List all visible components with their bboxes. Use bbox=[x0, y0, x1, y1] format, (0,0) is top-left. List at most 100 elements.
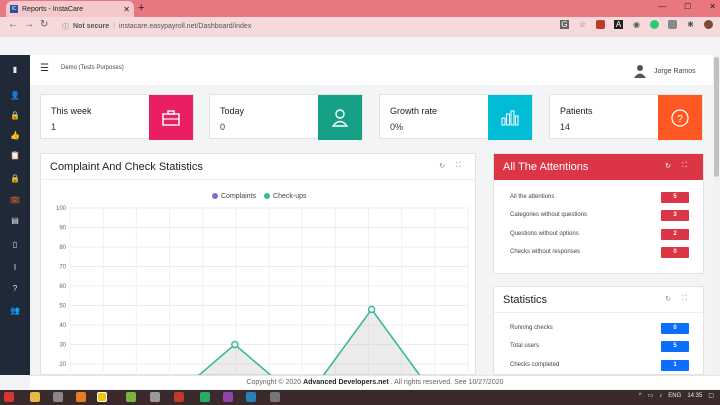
count-badge: 3 bbox=[661, 209, 689, 221]
tray-up-icon[interactable]: ^ bbox=[639, 393, 642, 399]
clipboard-icon[interactable]: 📋 bbox=[10, 151, 20, 161]
taskbar-app-icon[interactable] bbox=[174, 392, 184, 402]
sidebar-logo-icon[interactable]: ▮ bbox=[10, 65, 20, 75]
refresh-icon[interactable]: ↻ bbox=[665, 295, 671, 303]
y-tick-label: 100 bbox=[56, 206, 67, 212]
list-item-label: Checks without responses bbox=[510, 249, 581, 255]
i-cursor-icon[interactable]: I bbox=[10, 263, 20, 273]
info-icon: ⓘ bbox=[62, 23, 69, 31]
ext-red-icon[interactable] bbox=[596, 20, 605, 29]
user-avatar-icon[interactable] bbox=[634, 64, 646, 78]
list-item: Checks without responses 0 bbox=[510, 246, 689, 258]
forward-icon[interactable]: → bbox=[24, 19, 34, 30]
card-value: 0 bbox=[220, 122, 226, 132]
data-point[interactable] bbox=[231, 340, 239, 349]
y-tick-label: 70 bbox=[59, 265, 66, 271]
question-icon: ? bbox=[658, 95, 702, 140]
card-title: Patients bbox=[560, 106, 593, 116]
clock[interactable]: 14:35 bbox=[687, 393, 702, 399]
tab-title: Reports - InstaCare bbox=[22, 5, 84, 13]
new-tab-button[interactable]: + bbox=[138, 2, 144, 14]
minimize-icon[interactable]: — bbox=[658, 2, 666, 11]
refresh-icon[interactable]: ↻ bbox=[439, 162, 445, 170]
legend-item-complaints[interactable]: Complaints bbox=[212, 193, 256, 200]
url-field[interactable]: ⓘ Not secure | instacare.easypayroll.net… bbox=[62, 19, 582, 34]
list-item-label: Total users bbox=[510, 343, 540, 349]
brand-label: Demo (Tests Purposes) bbox=[61, 65, 124, 71]
close-tab-icon[interactable]: ✕ bbox=[123, 5, 130, 14]
mobile-icon[interactable]: ▯ bbox=[10, 240, 20, 250]
expand-icon[interactable]: ⛶ bbox=[456, 162, 461, 170]
chart-legend: Complaints Check-ups bbox=[212, 193, 306, 200]
y-tick-label: 30 bbox=[59, 343, 66, 349]
lock-icon[interactable]: 🔒 bbox=[10, 174, 20, 184]
expand-icon[interactable]: ⛶ bbox=[682, 295, 687, 303]
y-tick-label: 90 bbox=[59, 226, 66, 232]
window-controls: — ☐ ✕ bbox=[658, 2, 716, 11]
taskbar-app-icon[interactable] bbox=[200, 392, 210, 402]
back-icon[interactable]: ← bbox=[8, 19, 18, 30]
taskbar-app-icon[interactable] bbox=[53, 392, 63, 402]
taskbar-app-icon[interactable] bbox=[270, 392, 280, 402]
briefcase-icon[interactable]: 💼 bbox=[10, 195, 20, 205]
users-icon[interactable]: 👥 bbox=[10, 306, 20, 316]
count-badge: 5 bbox=[661, 191, 689, 203]
translate-icon[interactable]: G bbox=[560, 20, 569, 29]
user-icon[interactable]: 👤 bbox=[10, 91, 20, 101]
not-secure-label: Not secure bbox=[73, 23, 110, 30]
panel-header: All The Attentions ↻ ⛶ bbox=[494, 154, 703, 180]
list-item-label: Running checks bbox=[510, 325, 553, 331]
profile-avatar-icon[interactable] bbox=[704, 20, 713, 29]
camera-icon[interactable]: ◉ bbox=[632, 20, 641, 29]
language-indicator[interactable]: ENG bbox=[668, 393, 681, 399]
bar-chart-icon bbox=[488, 95, 532, 140]
taskbar-app-icon[interactable] bbox=[150, 392, 160, 402]
list-item: Checks completed 1 bbox=[510, 359, 689, 371]
extensions-icon[interactable]: ✱ bbox=[686, 20, 695, 29]
start-icon[interactable] bbox=[4, 392, 14, 402]
browser-tab[interactable]: IC Reports - InstaCare ✕ bbox=[6, 1, 134, 17]
close-window-icon[interactable]: ✕ bbox=[709, 2, 716, 11]
vlc-icon[interactable] bbox=[76, 392, 86, 402]
browser-extensions: G ☆ A ◉ ✱ ⋮ bbox=[560, 20, 720, 29]
y-tick-label: 80 bbox=[59, 245, 66, 251]
list-item: All the attentions 5 bbox=[510, 191, 689, 203]
y-tick-label: 40 bbox=[59, 323, 66, 329]
briefcase-icon bbox=[149, 95, 193, 140]
address-card-icon[interactable]: ▤ bbox=[10, 216, 20, 226]
ext-green-icon[interactable] bbox=[650, 20, 659, 29]
network-icon[interactable]: ▭ bbox=[648, 392, 654, 399]
panel-title: Statistics bbox=[503, 294, 548, 306]
notifications-icon[interactable]: ▢ bbox=[708, 392, 714, 399]
chrome-icon[interactable] bbox=[97, 392, 107, 402]
panel-title: Complaint And Check Statistics bbox=[50, 161, 203, 173]
list-item-label: Categories without questions bbox=[510, 212, 588, 218]
footer-company[interactable]: Advanced Developers.net bbox=[303, 379, 389, 386]
hamburger-menu-icon[interactable]: ☰ bbox=[40, 64, 51, 74]
taskbar-app-icon[interactable] bbox=[246, 392, 256, 402]
legend-item-checkups[interactable]: Check-ups bbox=[264, 193, 306, 200]
maximize-icon[interactable]: ☐ bbox=[684, 2, 691, 11]
page-footer: Copyright © 2020 Advanced Developers.net… bbox=[30, 375, 720, 389]
thumbs-up-icon[interactable]: 👍 bbox=[10, 131, 20, 141]
ext-pdf-icon[interactable]: A bbox=[614, 20, 623, 29]
panel-header: Statistics ↻ ⛶ bbox=[494, 287, 703, 313]
reload-icon[interactable]: ↻ bbox=[40, 19, 48, 30]
taskbar-app-icon[interactable] bbox=[126, 392, 136, 402]
lock-icon[interactable]: 🔒 bbox=[10, 111, 20, 121]
volume-icon[interactable]: ♪ bbox=[659, 393, 662, 399]
count-badge: 5 bbox=[661, 340, 689, 352]
y-tick-label: 50 bbox=[59, 304, 66, 310]
card-value: 14 bbox=[560, 122, 571, 132]
star-icon[interactable]: ☆ bbox=[578, 20, 587, 29]
data-point[interactable] bbox=[367, 305, 376, 314]
refresh-icon[interactable]: ↻ bbox=[665, 162, 671, 170]
visual-studio-icon[interactable] bbox=[223, 392, 233, 402]
question-icon[interactable]: ? bbox=[10, 284, 20, 294]
expand-icon[interactable]: ⛶ bbox=[682, 162, 687, 170]
file-explorer-icon[interactable] bbox=[30, 392, 40, 402]
user-name[interactable]: Jorge Ramos bbox=[654, 68, 696, 75]
scrollbar-thumb[interactable] bbox=[714, 57, 719, 177]
ext-gray-icon[interactable] bbox=[668, 20, 677, 29]
card-title: This week bbox=[51, 106, 92, 116]
